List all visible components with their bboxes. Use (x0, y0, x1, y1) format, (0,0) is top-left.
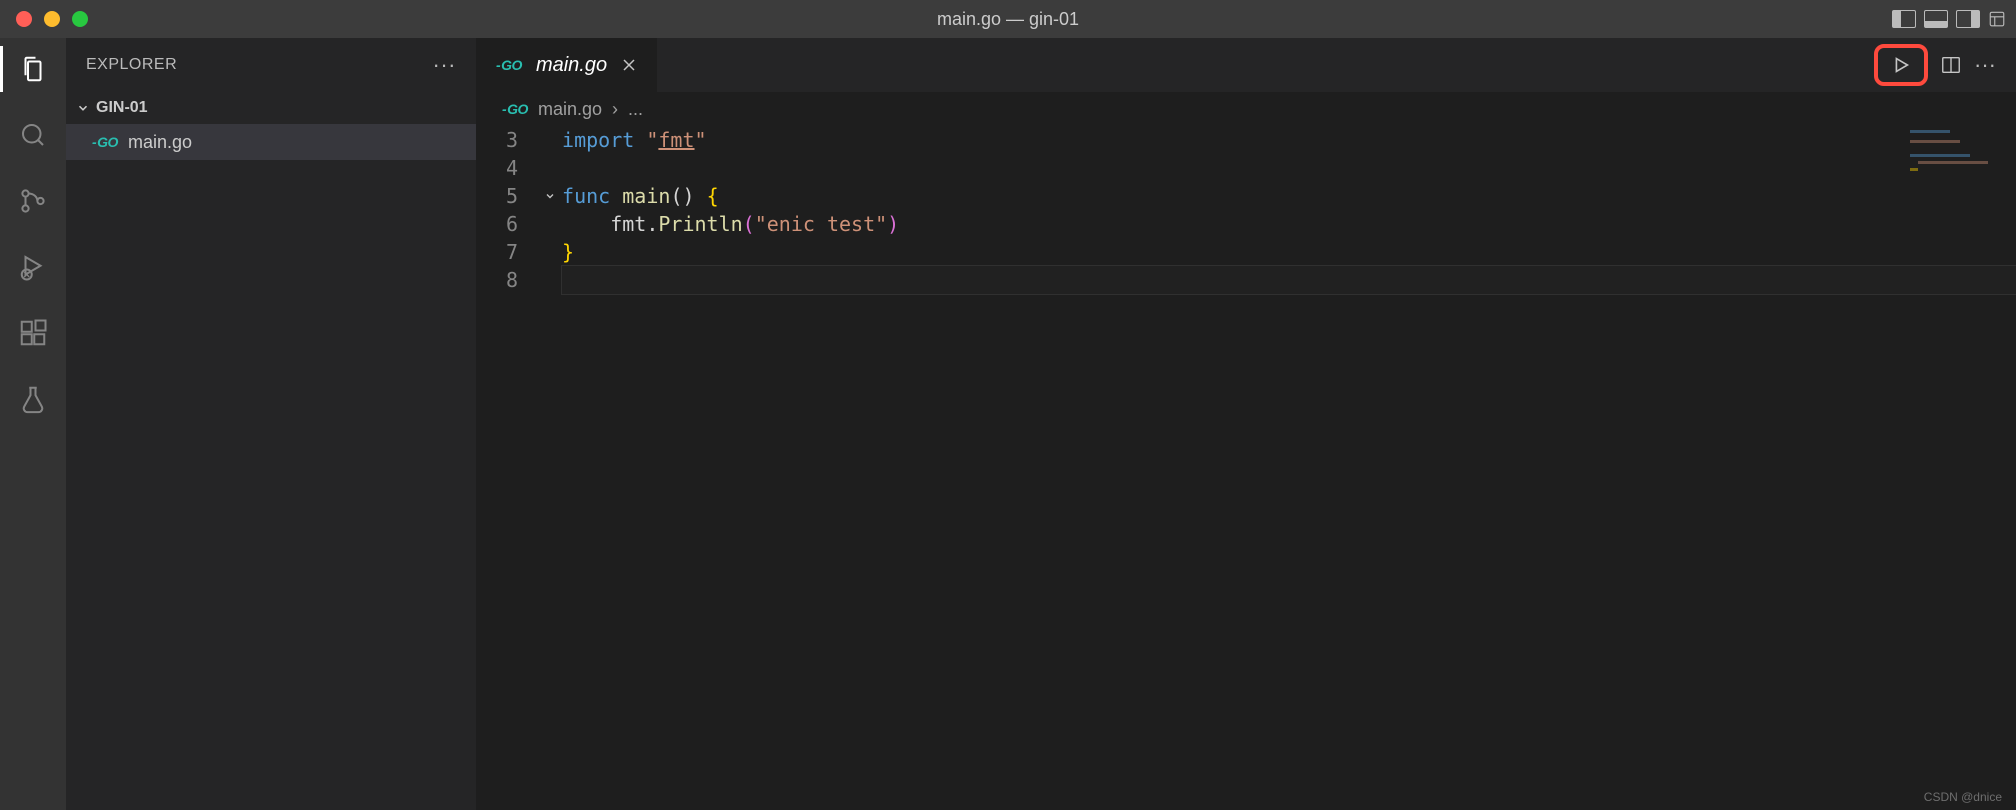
tab-bar: GO main.go ··· (476, 38, 2016, 92)
code-content[interactable]: import "fmt"func main() { fmt.Println("e… (562, 126, 2016, 810)
minimap[interactable] (1906, 126, 2016, 216)
close-window-icon[interactable] (16, 11, 32, 27)
explorer-sidebar: EXPLORER ··· GIN-01 GO main.go (66, 38, 476, 810)
source-control-activity-icon[interactable] (16, 184, 50, 218)
sidebar-more-icon[interactable]: ··· (433, 52, 456, 78)
go-file-icon: GO (92, 134, 118, 150)
breadcrumb[interactable]: GO main.go › ... (476, 92, 2016, 126)
breadcrumb-file: main.go (538, 99, 602, 120)
chevron-down-icon (76, 101, 90, 115)
sidebar-title: EXPLORER (86, 56, 177, 74)
editor-area: GO main.go ··· GO main.go › ... (476, 38, 2016, 810)
line-number-gutter: 345678 (476, 126, 538, 810)
maximize-window-icon[interactable] (72, 11, 88, 27)
code-editor[interactable]: 345678 import "fmt"func main() { fmt.Pri… (476, 126, 2016, 810)
layout-sidebar-right-icon[interactable] (1956, 10, 1980, 28)
search-activity-icon[interactable] (16, 118, 50, 152)
tab-title: main.go (536, 54, 607, 77)
layout-customize-icon[interactable] (1988, 10, 2004, 28)
window-controls (0, 11, 88, 27)
tab-more-icon[interactable]: ··· (1974, 52, 1996, 78)
vscode-window: main.go — gin-01 (0, 0, 2016, 810)
sidebar-header: EXPLORER ··· (66, 38, 476, 92)
go-file-icon: GO (502, 101, 528, 117)
chevron-right-icon: › (612, 99, 618, 120)
file-item[interactable]: GO main.go (66, 124, 476, 160)
minimize-window-icon[interactable] (44, 11, 60, 27)
folder-name: GIN-01 (96, 99, 148, 117)
explorer-activity-icon[interactable] (16, 52, 50, 86)
split-editor-icon[interactable] (1940, 54, 1962, 76)
watermark-text: CSDN @dnice (1924, 790, 2002, 804)
folder-header[interactable]: GIN-01 (66, 92, 476, 124)
title-bar: main.go — gin-01 (0, 0, 2016, 38)
run-icon[interactable] (1890, 54, 1912, 76)
run-button-highlight (1874, 44, 1928, 86)
fold-column (538, 126, 562, 810)
go-file-icon: GO (496, 57, 522, 73)
run-debug-activity-icon[interactable] (16, 250, 50, 284)
extensions-activity-icon[interactable] (16, 316, 50, 350)
active-tab[interactable]: GO main.go (476, 38, 657, 92)
close-tab-icon[interactable] (621, 57, 637, 73)
breadcrumb-tail: ... (628, 99, 643, 120)
window-title: main.go — gin-01 (0, 9, 2016, 30)
file-name: main.go (128, 132, 192, 153)
layout-sidebar-left-icon[interactable] (1892, 10, 1916, 28)
testing-activity-icon[interactable] (16, 382, 50, 416)
layout-panel-bottom-icon[interactable] (1924, 10, 1948, 28)
activity-bar (0, 38, 66, 810)
